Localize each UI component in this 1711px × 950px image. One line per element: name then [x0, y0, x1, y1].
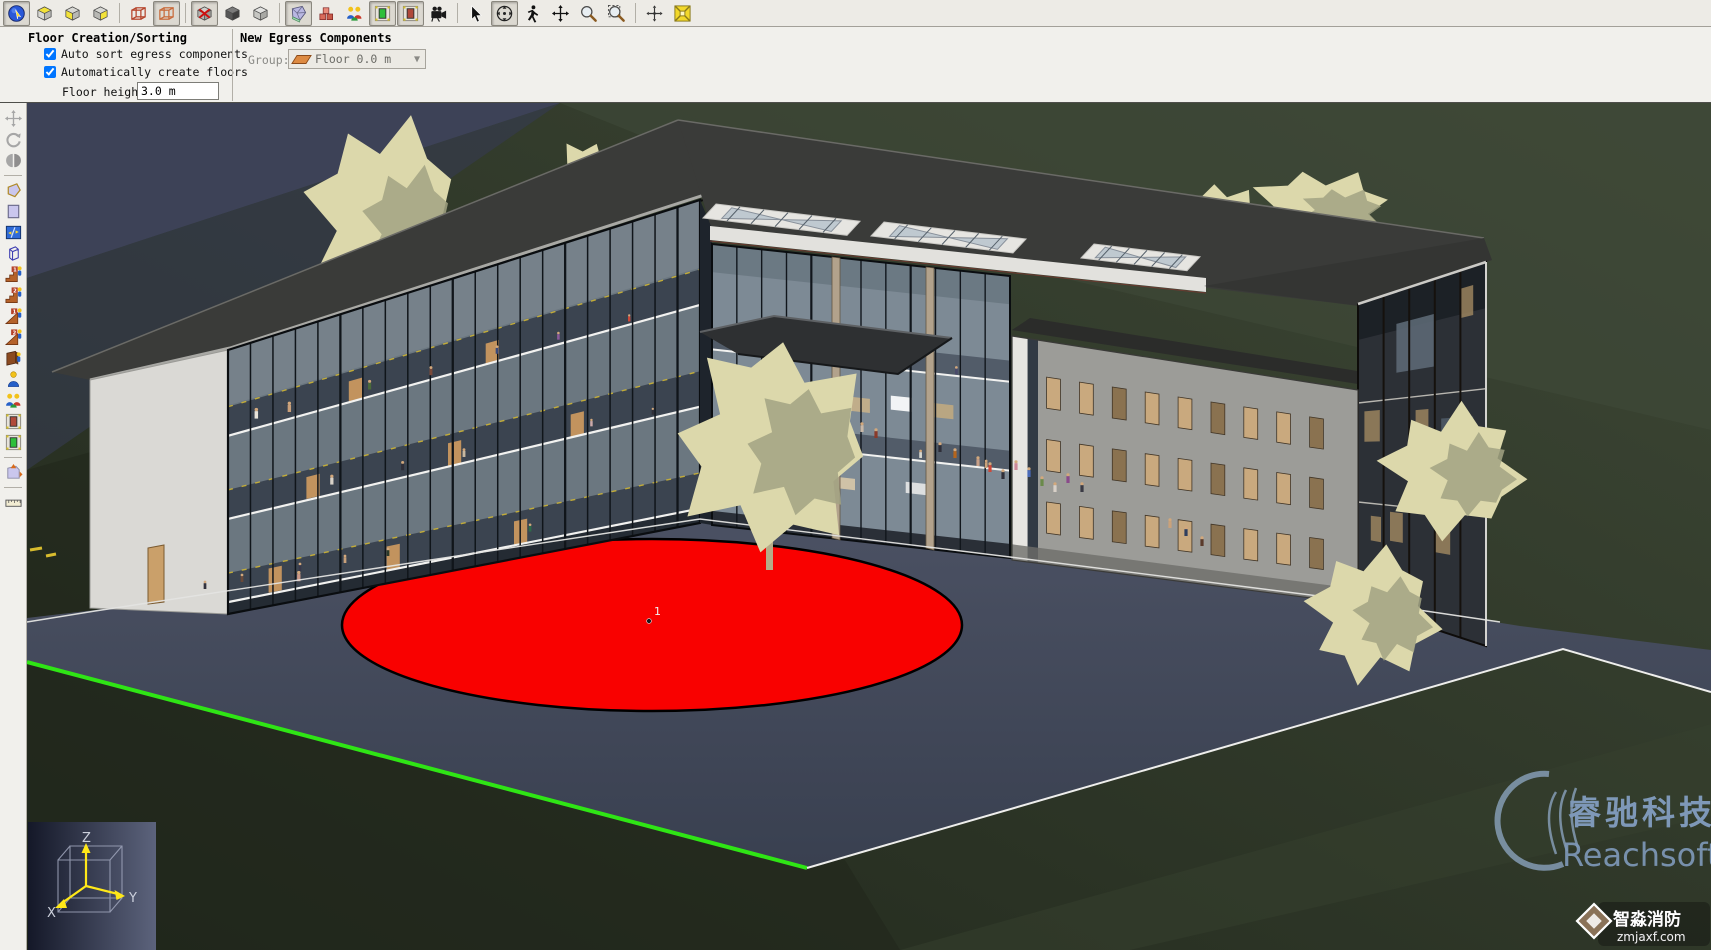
drawing-tools-sidebar: 1 2 1 2 [0, 103, 27, 950]
watermark-company-cn: 睿驰科技 [1568, 793, 1711, 832]
auto-create-checkbox-row[interactable]: Automatically create floors [44, 65, 248, 79]
orbit-tool-icon[interactable] [491, 1, 518, 26]
svg-text:1: 1 [654, 605, 661, 618]
axis-y-label: Y [128, 891, 137, 906]
3d-scene[interactable] [27, 103, 1711, 950]
view-top-icon[interactable] [31, 1, 58, 26]
show-exit-doors-icon[interactable] [369, 1, 396, 26]
view-front-icon[interactable] [59, 1, 86, 26]
floor-height-input[interactable] [137, 82, 219, 100]
polygon-room-tool-icon[interactable] [1, 180, 25, 201]
elevator-tool-icon[interactable] [1, 348, 25, 369]
toolbar-separator [635, 3, 636, 23]
tool-options-panel: Floor Creation/Sorting Auto sort egress … [0, 27, 1711, 103]
panel-separator [232, 29, 233, 101]
hide-walls-icon[interactable] [191, 1, 218, 26]
toolbar-separator [119, 3, 120, 23]
obstruction-tool-icon[interactable] [1, 243, 25, 264]
egress-group-dropdown[interactable]: Floor 0.0 m ▼ [288, 49, 426, 69]
orthographic-view-icon[interactable] [153, 1, 180, 26]
fit-view-icon[interactable] [669, 1, 696, 26]
select-tool-icon[interactable] [463, 1, 490, 26]
camera-view-icon[interactable] [425, 1, 452, 26]
door-tool-icon[interactable] [1, 411, 25, 432]
auto-create-floors-checkbox[interactable] [44, 66, 56, 78]
group-label: Group: [248, 53, 290, 67]
auto-sort-checkbox-row[interactable]: Auto sort egress components [44, 47, 248, 61]
ramp-one-point-tool-icon[interactable]: 1 [1, 306, 25, 327]
sidebar-separator [4, 487, 22, 488]
measure-tool-icon[interactable] [1, 492, 25, 513]
badge-url: zmjaxf.com [1617, 930, 1686, 944]
rectangle-room-tool-icon[interactable] [1, 201, 25, 222]
toolbar-separator [279, 3, 280, 23]
goal-tool-icon[interactable] [1, 462, 25, 483]
main-toolbar [0, 0, 1711, 27]
rotate-object-tool-icon[interactable] [1, 129, 25, 150]
auto-sort-checkbox[interactable] [44, 48, 56, 60]
svg-text:2: 2 [12, 330, 16, 336]
walk-tool-icon[interactable] [519, 1, 546, 26]
floor-slab-icon [291, 55, 312, 64]
show-occupants-icon[interactable] [341, 1, 368, 26]
egress-group-value: Floor 0.0 m [315, 52, 409, 66]
stairs-one-point-tool-icon[interactable]: 1 [1, 264, 25, 285]
badge-cn: 智淼消防 [1613, 909, 1681, 930]
toolbar-separator [457, 3, 458, 23]
svg-text:1: 1 [13, 267, 17, 273]
floor-creation-title: Floor Creation/Sorting [28, 31, 187, 45]
pan-tool-icon[interactable] [547, 1, 574, 26]
sidebar-separator [4, 175, 22, 176]
new-egress-title: New Egress Components [240, 31, 392, 45]
zoom-tool-icon[interactable] [575, 1, 602, 26]
show-terrain-icon[interactable] [285, 1, 312, 26]
solid-dark-cube-icon[interactable] [219, 1, 246, 26]
thin-wall-tool-icon[interactable] [1, 222, 25, 243]
reset-view-sphere-icon[interactable] [3, 1, 30, 26]
svg-text:2: 2 [13, 288, 17, 294]
move-object-tool-icon[interactable] [1, 108, 25, 129]
axis-z-label: Z [82, 831, 91, 846]
perspective-view-icon[interactable] [125, 1, 152, 26]
zoom-rect-tool-icon[interactable] [603, 1, 630, 26]
toolbar-separator [185, 3, 186, 23]
svg-text:1: 1 [12, 309, 16, 315]
scale-object-tool-icon[interactable] [1, 150, 25, 171]
center-view-icon[interactable] [641, 1, 668, 26]
add-occupant-group-tool-icon[interactable] [1, 390, 25, 411]
axis-x-label: X [47, 906, 56, 921]
show-doors-icon[interactable] [397, 1, 424, 26]
chevron-down-icon[interactable]: ▼ [409, 54, 425, 65]
axis-gizmo[interactable]: Z Y X [28, 822, 156, 950]
solid-light-cube-icon[interactable] [247, 1, 274, 26]
3d-viewport[interactable]: 1 Z Y X 睿驰科技 Reachsoft [27, 103, 1711, 950]
ramp-two-point-tool-icon[interactable]: 2 [1, 327, 25, 348]
show-obstructions-icon[interactable] [313, 1, 340, 26]
sidebar-separator [4, 457, 22, 458]
view-side-icon[interactable] [87, 1, 114, 26]
stairs-two-point-tool-icon[interactable]: 2 [1, 285, 25, 306]
watermark-company-en: Reachsoft [1562, 836, 1711, 874]
add-occupant-tool-icon[interactable] [1, 369, 25, 390]
exit-door-tool-icon[interactable] [1, 432, 25, 453]
